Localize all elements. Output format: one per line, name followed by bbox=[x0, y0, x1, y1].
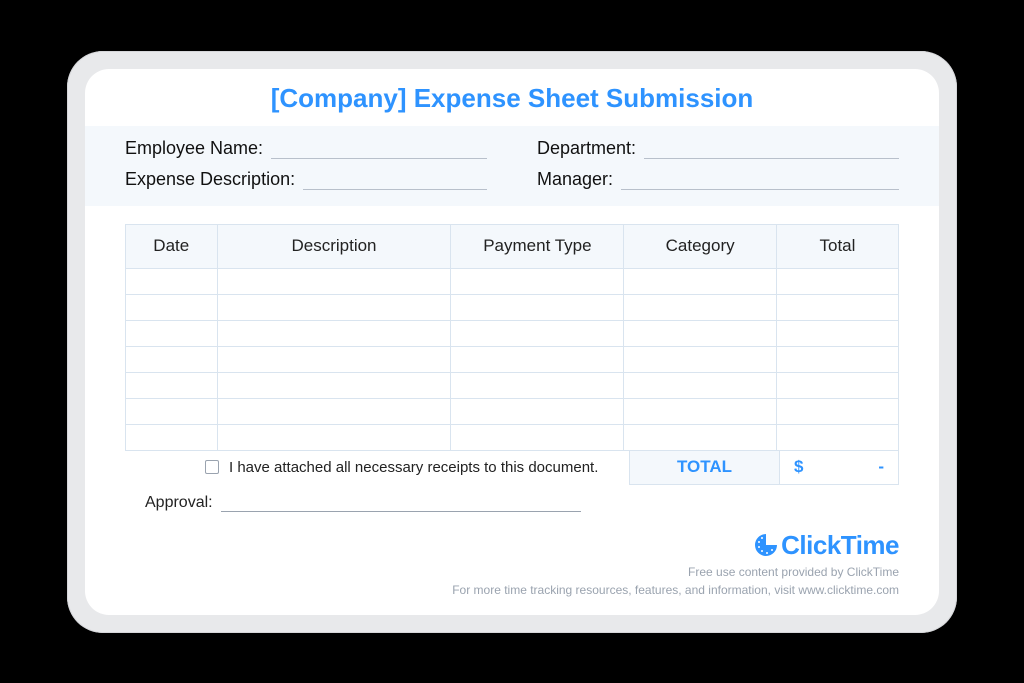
table-cell[interactable] bbox=[451, 372, 624, 398]
table-row bbox=[126, 268, 899, 294]
table-cell[interactable] bbox=[126, 372, 218, 398]
table-cell[interactable] bbox=[624, 424, 777, 450]
table-cell[interactable] bbox=[217, 398, 451, 424]
brand-logo: ClickTime bbox=[753, 530, 899, 561]
table-row bbox=[126, 346, 899, 372]
table-row bbox=[126, 398, 899, 424]
table-cell[interactable] bbox=[126, 424, 218, 450]
brand-name: ClickTime bbox=[781, 530, 899, 561]
department-field: Department: bbox=[537, 138, 899, 159]
expense-description-field: Expense Description: bbox=[125, 169, 487, 190]
employee-name-input[interactable] bbox=[271, 141, 487, 159]
table-cell[interactable] bbox=[624, 268, 777, 294]
col-header-total: Total bbox=[776, 224, 898, 268]
footer-line-2: For more time tracking resources, featur… bbox=[452, 581, 899, 599]
footer-line-1: Free use content provided by ClickTime bbox=[452, 563, 899, 581]
expense-description-input[interactable] bbox=[303, 172, 487, 190]
expense-table-wrap: Date Description Payment Type Category T… bbox=[85, 206, 939, 451]
department-label: Department: bbox=[537, 138, 636, 159]
table-cell[interactable] bbox=[451, 346, 624, 372]
table-cell[interactable] bbox=[624, 398, 777, 424]
clicktime-icon bbox=[753, 532, 779, 558]
document-frame: [Company] Expense Sheet Submission Emplo… bbox=[67, 51, 957, 633]
table-cell[interactable] bbox=[624, 294, 777, 320]
table-cell[interactable] bbox=[126, 398, 218, 424]
table-row bbox=[126, 320, 899, 346]
table-cell[interactable] bbox=[451, 268, 624, 294]
total-currency: $ bbox=[794, 457, 803, 477]
table-cell[interactable] bbox=[776, 268, 898, 294]
form-title: [Company] Expense Sheet Submission bbox=[85, 83, 939, 114]
manager-label: Manager: bbox=[537, 169, 613, 190]
table-cell[interactable] bbox=[217, 346, 451, 372]
col-header-payment-type: Payment Type bbox=[451, 224, 624, 268]
manager-input[interactable] bbox=[621, 172, 899, 190]
total-amount: - bbox=[878, 457, 884, 477]
footer-attribution: Free use content provided by ClickTime F… bbox=[452, 563, 899, 599]
approval-input[interactable] bbox=[221, 496, 581, 512]
table-cell[interactable] bbox=[451, 320, 624, 346]
manager-field: Manager: bbox=[537, 169, 899, 190]
table-cell[interactable] bbox=[776, 398, 898, 424]
table-cell[interactable] bbox=[624, 372, 777, 398]
table-cell[interactable] bbox=[776, 372, 898, 398]
table-cell[interactable] bbox=[217, 268, 451, 294]
employee-name-label: Employee Name: bbox=[125, 138, 263, 159]
table-header-row: Date Description Payment Type Category T… bbox=[126, 224, 899, 268]
table-cell[interactable] bbox=[126, 294, 218, 320]
table-cell[interactable] bbox=[451, 398, 624, 424]
table-cell[interactable] bbox=[624, 346, 777, 372]
table-cell[interactable] bbox=[126, 268, 218, 294]
table-cell[interactable] bbox=[624, 320, 777, 346]
table-row bbox=[126, 294, 899, 320]
total-value: $ - bbox=[779, 451, 899, 485]
expense-description-label: Expense Description: bbox=[125, 169, 295, 190]
table-cell[interactable] bbox=[126, 320, 218, 346]
table-cell[interactable] bbox=[776, 424, 898, 450]
table-cell[interactable] bbox=[217, 424, 451, 450]
col-header-category: Category bbox=[624, 224, 777, 268]
table-row bbox=[126, 372, 899, 398]
table-row bbox=[126, 424, 899, 450]
department-input[interactable] bbox=[644, 141, 899, 159]
header-fields: Employee Name: Department: Expense Descr… bbox=[85, 126, 939, 206]
col-header-description: Description bbox=[217, 224, 451, 268]
table-cell[interactable] bbox=[776, 294, 898, 320]
table-cell[interactable] bbox=[451, 294, 624, 320]
table-cell[interactable] bbox=[217, 372, 451, 398]
table-cell[interactable] bbox=[217, 294, 451, 320]
total-label: TOTAL bbox=[629, 451, 779, 485]
col-header-date: Date bbox=[126, 224, 218, 268]
receipt-note-text: I have attached all necessary receipts t… bbox=[229, 459, 598, 476]
approval-label: Approval: bbox=[145, 494, 213, 512]
table-cell[interactable] bbox=[126, 346, 218, 372]
expense-sheet: [Company] Expense Sheet Submission Emplo… bbox=[85, 69, 939, 615]
table-cell[interactable] bbox=[217, 320, 451, 346]
receipt-checkbox[interactable] bbox=[205, 460, 219, 474]
table-cell[interactable] bbox=[776, 320, 898, 346]
table-cell[interactable] bbox=[451, 424, 624, 450]
expense-table: Date Description Payment Type Category T… bbox=[125, 224, 899, 451]
expense-table-body bbox=[126, 268, 899, 450]
table-cell[interactable] bbox=[776, 346, 898, 372]
employee-name-field: Employee Name: bbox=[125, 138, 487, 159]
